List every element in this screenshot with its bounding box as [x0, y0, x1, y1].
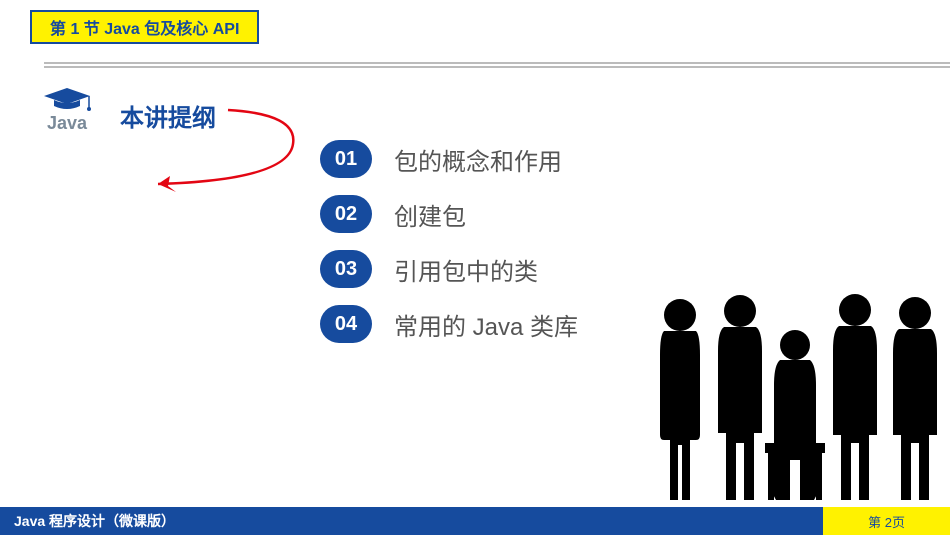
- divider-line: [44, 62, 950, 68]
- footer-title: Java 程序设计（微课版）: [14, 511, 175, 531]
- item-text: 常用的 Java 类库: [394, 307, 578, 342]
- list-item: 03 引用包中的类: [320, 250, 578, 288]
- footer-bar: Java 程序设计（微课版） 第 2页: [0, 507, 950, 535]
- businesspeople-silhouette: [640, 285, 950, 505]
- item-number-badge: 01: [320, 140, 372, 178]
- item-text: 创建包: [394, 197, 466, 232]
- list-item: 02 创建包: [320, 195, 578, 233]
- outline-list: 01 包的概念和作用 02 创建包 03 引用包中的类 04 常用的 Java …: [320, 140, 578, 360]
- java-logo: Java: [42, 85, 92, 134]
- list-item: 01 包的概念和作用: [320, 140, 578, 178]
- section-header: 第 1 节 Java 包及核心 API: [30, 10, 259, 44]
- java-logo-text: Java: [42, 113, 92, 134]
- outline-title: 本讲提纲: [120, 98, 216, 133]
- list-item: 04 常用的 Java 类库: [320, 305, 578, 343]
- item-text: 引用包中的类: [394, 252, 538, 287]
- footer-page: 第 2页: [823, 507, 950, 535]
- item-number-badge: 04: [320, 305, 372, 343]
- item-number-badge: 02: [320, 195, 372, 233]
- item-text: 包的概念和作用: [394, 142, 562, 177]
- item-number-badge: 03: [320, 250, 372, 288]
